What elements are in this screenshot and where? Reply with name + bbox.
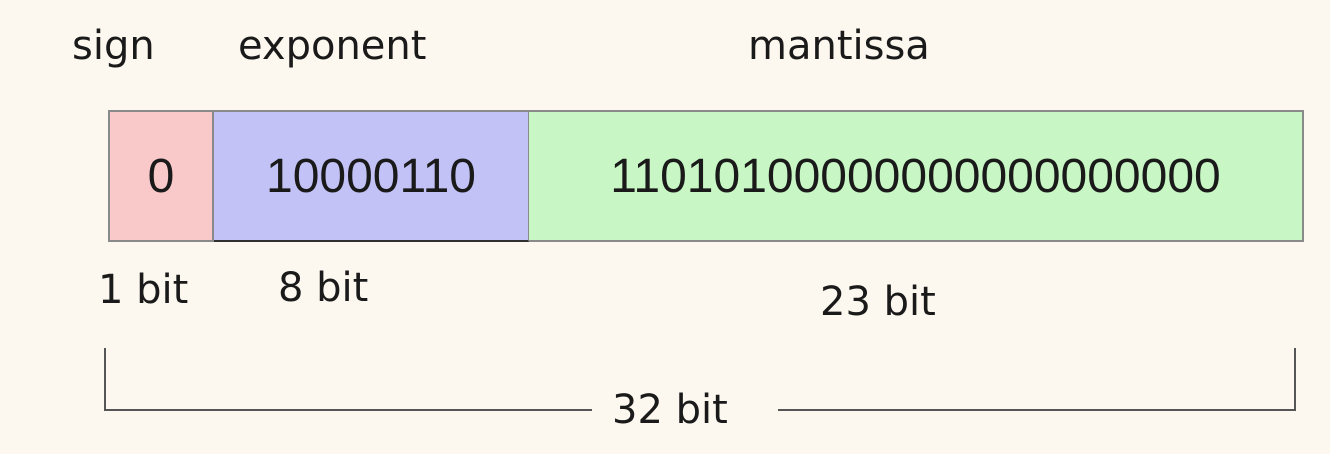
total-bracket-line-right <box>778 409 1296 411</box>
bit-register: 0 10000110 11010100000000000000000 <box>108 110 1304 242</box>
total-bracket-right <box>1294 348 1296 410</box>
sign-header: sign <box>72 23 155 69</box>
exponent-header: exponent <box>238 23 427 69</box>
exponent-bit-count: 8 bit <box>278 265 369 311</box>
mantissa-cell: 11010100000000000000000 <box>529 110 1304 242</box>
total-bracket-left <box>104 348 106 410</box>
sign-bit-count: 1 bit <box>98 267 189 313</box>
mantissa-header: mantissa <box>748 23 930 69</box>
sign-cell: 0 <box>108 110 214 242</box>
exponent-cell: 10000110 <box>214 110 529 242</box>
total-bracket-line-left <box>104 409 592 411</box>
total-bit-count: 32 bit <box>612 387 728 433</box>
mantissa-bit-count: 23 bit <box>820 279 936 325</box>
